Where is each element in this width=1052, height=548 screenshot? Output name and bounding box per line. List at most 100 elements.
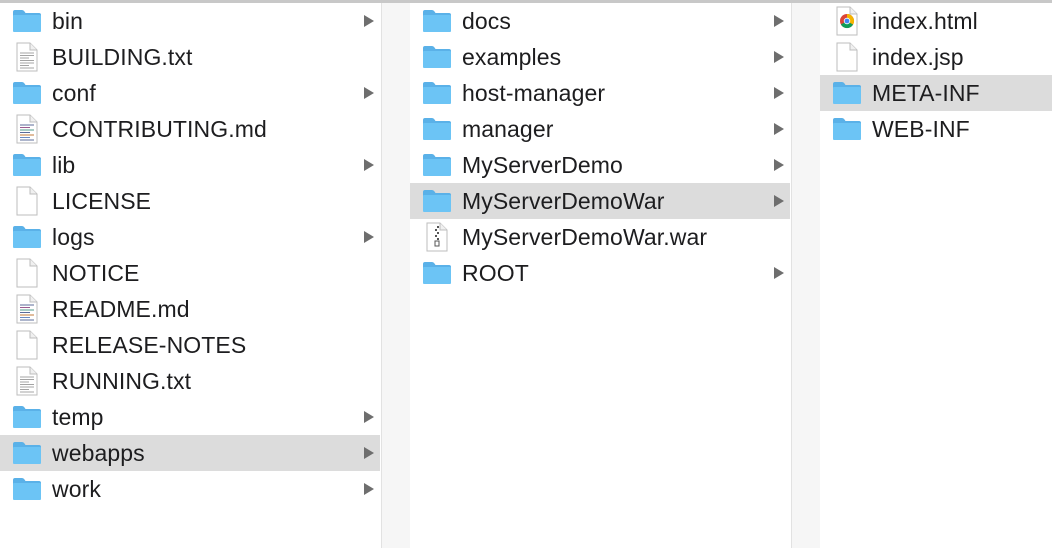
folder-icon	[422, 42, 452, 72]
item-label: MyServerDemoWar	[462, 188, 665, 214]
folder-icon	[422, 78, 452, 108]
disclosure-arrow-icon	[364, 159, 374, 171]
column-webapps[interactable]: docs examples host-manager manager MyServerD…	[410, 3, 790, 548]
folder-item[interactable]: ROOT	[410, 255, 790, 291]
text-file-icon	[12, 366, 42, 396]
item-label: work	[52, 476, 101, 502]
item-label: WEB-INF	[872, 116, 970, 142]
file-item[interactable]: NOTICE	[0, 255, 380, 291]
column-divider[interactable]	[381, 3, 411, 548]
folder-item[interactable]: docs	[410, 3, 790, 39]
folder-item[interactable]: logs	[0, 219, 380, 255]
disclosure-arrow-icon	[774, 195, 784, 207]
folder-icon	[12, 222, 42, 252]
folder-item[interactable]: work	[0, 471, 380, 507]
file-item[interactable]: README.md	[0, 291, 380, 327]
disclosure-arrow-icon	[774, 51, 784, 63]
folder-icon	[12, 438, 42, 468]
folder-item[interactable]: MyServerDemo	[410, 147, 790, 183]
disclosure-arrow-icon	[364, 411, 374, 423]
item-label: host-manager	[462, 80, 606, 106]
item-label: manager	[462, 116, 554, 142]
item-label: examples	[462, 44, 562, 70]
folder-icon	[12, 402, 42, 432]
folder-item[interactable]: WEB-INF	[820, 111, 1052, 147]
disclosure-arrow-icon	[364, 447, 374, 459]
item-label: META-INF	[872, 80, 980, 106]
item-label: conf	[52, 80, 96, 106]
folder-icon	[12, 78, 42, 108]
folder-icon	[422, 150, 452, 180]
file-item[interactable]: BUILDING.txt	[0, 39, 380, 75]
folder-item[interactable]: conf	[0, 75, 380, 111]
disclosure-arrow-icon	[774, 87, 784, 99]
folder-icon	[832, 114, 862, 144]
item-label: RELEASE-NOTES	[52, 332, 247, 358]
disclosure-arrow-icon	[364, 87, 374, 99]
item-label: CONTRIBUTING.md	[52, 116, 267, 142]
disclosure-arrow-icon	[364, 15, 374, 27]
folder-item[interactable]: temp	[0, 399, 380, 435]
item-label: logs	[52, 224, 95, 250]
item-label: ROOT	[462, 260, 529, 286]
folder-icon	[422, 186, 452, 216]
folder-item[interactable]: webapps	[0, 435, 380, 471]
folder-icon	[422, 6, 452, 36]
file-item[interactable]: MyServerDemoWar.war	[410, 219, 790, 255]
archive-file-icon	[422, 222, 452, 252]
file-list: docs examples host-manager manager MyServerD…	[410, 3, 790, 291]
blank-file-icon	[12, 330, 42, 360]
column-divider[interactable]	[791, 3, 821, 548]
item-label: bin	[52, 8, 83, 34]
item-label: webapps	[52, 440, 145, 466]
item-label: lib	[52, 152, 76, 178]
item-label: index.html	[872, 8, 978, 34]
file-item[interactable]: RUNNING.txt	[0, 363, 380, 399]
column-tomcat-root[interactable]: bin BUILDING.txt conf CONTRIBUTING.md lib LIC…	[0, 3, 380, 548]
finder-column-view: bin BUILDING.txt conf CONTRIBUTING.md lib LIC…	[0, 3, 1052, 548]
file-item[interactable]: CONTRIBUTING.md	[0, 111, 380, 147]
folder-icon	[12, 150, 42, 180]
folder-item[interactable]: lib	[0, 147, 380, 183]
item-label: MyServerDemo	[462, 152, 623, 178]
folder-icon	[422, 114, 452, 144]
markdown-file-icon	[12, 114, 42, 144]
disclosure-arrow-icon	[774, 123, 784, 135]
blank-file-icon	[12, 258, 42, 288]
item-label: NOTICE	[52, 260, 140, 286]
folder-icon	[832, 78, 862, 108]
file-list: index.html index.jsp META-INF WEB-INF	[820, 3, 1052, 147]
disclosure-arrow-icon	[364, 231, 374, 243]
item-label: BUILDING.txt	[52, 44, 193, 70]
folder-item[interactable]: host-manager	[410, 75, 790, 111]
folder-item[interactable]: examples	[410, 39, 790, 75]
text-file-icon	[12, 42, 42, 72]
column-myserverdemowar[interactable]: index.html index.jsp META-INF WEB-INF	[820, 3, 1052, 548]
item-label: index.jsp	[872, 44, 964, 70]
item-label: temp	[52, 404, 104, 430]
blank-file-icon	[12, 186, 42, 216]
folder-item[interactable]: manager	[410, 111, 790, 147]
item-label: docs	[462, 8, 511, 34]
item-label: README.md	[52, 296, 190, 322]
item-label: RUNNING.txt	[52, 368, 192, 394]
folder-item[interactable]: MyServerDemoWar	[410, 183, 790, 219]
folder-item[interactable]: bin	[0, 3, 380, 39]
folder-icon	[12, 474, 42, 504]
folder-item[interactable]: META-INF	[820, 75, 1052, 111]
file-item[interactable]: RELEASE-NOTES	[0, 327, 380, 363]
blank-file-icon	[832, 42, 862, 72]
folder-icon	[422, 258, 452, 288]
disclosure-arrow-icon	[364, 483, 374, 495]
item-label: LICENSE	[52, 188, 152, 214]
item-label: MyServerDemoWar.war	[462, 224, 708, 250]
markdown-file-icon	[12, 294, 42, 324]
file-item[interactable]: LICENSE	[0, 183, 380, 219]
folder-icon	[12, 6, 42, 36]
disclosure-arrow-icon	[774, 15, 784, 27]
disclosure-arrow-icon	[774, 267, 784, 279]
file-item[interactable]: index.html	[820, 3, 1052, 39]
file-item[interactable]: index.jsp	[820, 39, 1052, 75]
disclosure-arrow-icon	[774, 159, 784, 171]
chrome-html-file-icon	[832, 6, 862, 36]
